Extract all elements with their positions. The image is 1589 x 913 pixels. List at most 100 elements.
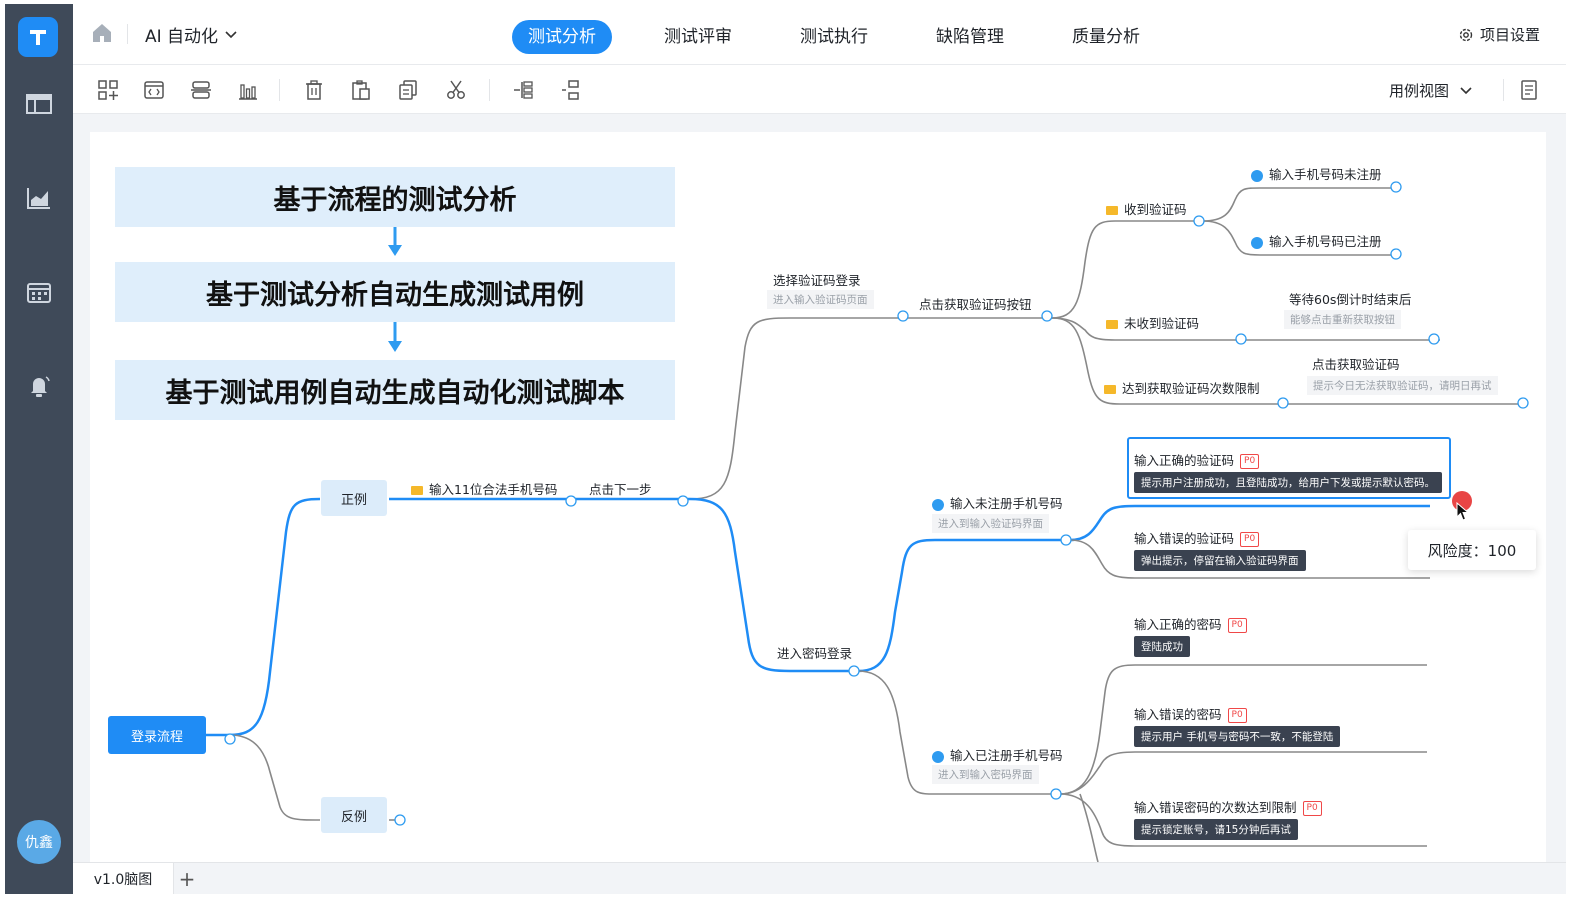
toolbar-divider [279,79,280,101]
notification-bell-icon[interactable] [23,370,55,402]
node-no-code[interactable]: 未收到验证码 [1106,313,1199,332]
tab-test-review[interactable]: 测试评审 [648,20,748,54]
node-label: 输入错误的密码 [1134,707,1222,722]
folder-icon [1104,385,1116,394]
node-label: 输入未注册手机号码 [950,496,1063,511]
node-wrong-password[interactable]: 输入错误的密码 P0 [1134,704,1247,723]
cut-icon[interactable] [443,77,469,103]
top-nav: AI 自动化 测试分析 测试评审 测试执行 缺陷管理 质量分析 项目设置 [73,4,1566,65]
mindmap-root-node[interactable]: 登录流程 [108,716,206,754]
node-wrong-password-limit[interactable]: 输入错误密码的次数达到限制 P0 [1134,797,1322,816]
node-label: 输入正确的验证码 [1134,453,1235,468]
node-label: 收到验证码 [1124,202,1187,217]
node-label: 输入已注册手机号码 [950,748,1063,763]
document-icon[interactable] [1516,77,1542,103]
node-label: 输入正确的密码 [1134,617,1222,632]
paste-icon[interactable] [348,77,374,103]
app-logo[interactable] [18,17,58,57]
folder-icon [411,486,423,495]
sidebar: 仇鑫 [5,4,73,894]
node-wait-60s-desc: 能够点击重新获取按钮 [1284,310,1401,329]
priority-badge: P0 [1240,532,1260,547]
layout-icon[interactable] [95,77,121,103]
delete-icon[interactable] [301,77,327,103]
node-password-login[interactable]: 进入密码登录 [777,643,852,662]
project-settings-button[interactable]: 项目设置 [1458,24,1540,45]
risk-tooltip: 风险度：100 [1408,530,1536,570]
node-label: 输入错误的验证码 [1134,531,1235,546]
toolbar-divider [1503,79,1504,101]
mindmap-canvas[interactable]: 基于流程的测试分析 基于测试分析自动生成测试用例 基于测试用例自动生成自动化测试… [90,132,1546,862]
mouse-cursor-icon [1456,502,1470,521]
view-mode-select[interactable]: 用例视图 [1389,80,1473,101]
project-selector[interactable]: AI 自动化 [145,22,238,47]
gear-icon [1459,28,1473,41]
tab-test-execution[interactable]: 测试执行 [784,20,884,54]
chevron-down-icon [1460,86,1472,94]
user-avatar[interactable]: 仇鑫 [17,820,61,864]
chevron-down-icon [225,30,237,38]
step-generate-scripts: 基于测试用例自动生成自动化测试脚本 [115,360,675,420]
test-case-icon [932,750,944,763]
test-case-icon [1251,169,1263,182]
node-label: 输入手机号码未注册 [1269,167,1382,182]
code-icon[interactable] [141,77,167,103]
node-positive[interactable]: 正例 [321,480,387,516]
node-correct-password-result: 登陆成功 [1134,636,1190,657]
node-unregistered-phone-desc: 进入到输入验证码界面 [932,514,1049,533]
node-sms-login[interactable]: 选择验证码登录 [773,270,861,289]
node-label: 输入11位合法手机号码 [429,482,558,497]
bottom-tab-bar: v1.0脑图 + [73,862,1566,894]
node-wrong-password-result: 提示用户 手机号与密码不一致，不能登陆 [1134,726,1341,747]
node-phone-unregistered[interactable]: 输入手机号码未注册 [1251,164,1382,183]
table-icon[interactable] [23,88,55,120]
priority-badge: P0 [1240,454,1260,469]
tab-test-analysis[interactable]: 测试分析 [512,20,612,54]
insert-sibling-icon[interactable] [557,77,583,103]
node-correct-password[interactable]: 输入正确的密码 P0 [1134,614,1247,633]
node-sms-login-desc: 进入输入验证码页面 [767,290,874,309]
priority-badge: P0 [1227,708,1247,723]
node-next-step[interactable]: 点击下一步 [589,479,652,498]
node-phone-registered[interactable]: 输入手机号码已注册 [1251,231,1382,250]
split-icon[interactable] [188,77,214,103]
step-generate-cases: 基于测试分析自动生成测试用例 [115,262,675,322]
toolbar: 用例视图 [73,65,1566,114]
copy-icon[interactable] [395,77,421,103]
chart-icon[interactable] [23,182,55,214]
node-label: 输入错误密码的次数达到限制 [1134,800,1297,815]
node-limit-reached[interactable]: 达到获取验证码次数限制 [1104,378,1260,397]
logo-t-icon [30,30,46,45]
node-wrong-password-limit-result: 提示锁定账号，请15分钟后再试 [1134,819,1298,840]
calendar-icon[interactable] [23,276,55,308]
test-case-icon [932,498,944,511]
project-name: AI 自动化 [145,27,219,47]
node-registered-phone[interactable]: 输入已注册手机号码 [932,745,1063,764]
node-negative[interactable]: 反例 [321,797,387,833]
node-correct-code[interactable]: 输入正确的验证码 P0 [1134,450,1260,469]
node-click-get-code[interactable]: 点击获取验证码 [1312,354,1400,373]
app-window: 仇鑫 AI 自动化 测试分析 测试评审 测试执行 缺陷管理 质量分析 项目设置 [5,4,1566,894]
node-label: 未收到验证码 [1124,316,1200,331]
node-wait-60s[interactable]: 等待60s倒计时结束后 [1289,289,1411,308]
bar-chart-icon[interactable] [235,77,261,103]
node-unregistered-phone[interactable]: 输入未注册手机号码 [932,493,1063,512]
folder-icon [1106,206,1118,215]
folder-icon [1106,320,1118,329]
home-icon[interactable] [91,22,115,46]
node-input-phone[interactable]: 输入11位合法手机号码 [411,479,557,498]
node-get-code-button[interactable]: 点击获取验证码按钮 [919,294,1032,313]
add-tab-button[interactable]: + [173,863,201,894]
node-click-get-code-desc: 提示今日无法获取验证码，请明日再试 [1307,376,1498,395]
node-registered-phone-desc: 进入到输入密码界面 [932,765,1039,784]
node-got-code[interactable]: 收到验证码 [1106,199,1187,218]
tab-mindmap-version[interactable]: v1.0脑图 [73,863,174,894]
test-case-icon [1251,236,1263,249]
tab-quality-analysis[interactable]: 质量分析 [1056,20,1156,54]
tab-defect-management[interactable]: 缺陷管理 [920,20,1020,54]
view-mode-label: 用例视图 [1389,82,1450,100]
priority-badge: P0 [1227,618,1247,633]
priority-badge: P0 [1302,801,1322,816]
node-wrong-code[interactable]: 输入错误的验证码 P0 [1134,528,1260,547]
insert-child-icon[interactable] [510,77,536,103]
